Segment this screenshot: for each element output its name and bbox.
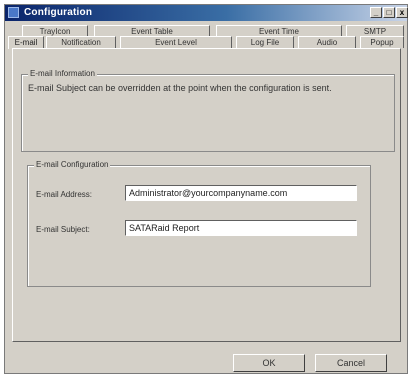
minimize-button[interactable]: _	[370, 7, 382, 18]
tab-event-level[interactable]: Event Level	[120, 36, 232, 48]
window-title: Configuration	[24, 7, 93, 18]
email-information-group: E-mail Information E-mail Subject can be…	[21, 69, 395, 152]
tab-notification[interactable]: Notification	[46, 36, 116, 48]
maximize-button[interactable]: □	[383, 7, 395, 18]
email-information-legend: E-mail Information	[28, 69, 97, 78]
tab-row-bottom: E-mail Notification Event Level Log File…	[8, 36, 404, 49]
configuration-window: Configuration _ □ x TrayIcon Event Table…	[4, 4, 408, 374]
email-address-field[interactable]: Administrator@yourcompanyname.com	[125, 185, 357, 201]
email-subject-field[interactable]: SATARaid Report	[125, 220, 357, 236]
tab-popup[interactable]: Popup	[360, 36, 404, 48]
email-tab-panel: E-mail Information E-mail Subject can be…	[12, 48, 401, 342]
cancel-button[interactable]: Cancel	[315, 354, 387, 372]
title-bar[interactable]: Configuration _ □ x	[5, 5, 408, 21]
ok-button[interactable]: OK	[233, 354, 305, 372]
email-address-label: E-mail Address:	[36, 190, 93, 199]
tab-audio[interactable]: Audio	[298, 36, 356, 48]
email-configuration-group: E-mail Configuration E-mail Address: Adm…	[27, 160, 371, 287]
close-button[interactable]: x	[396, 7, 408, 18]
email-subject-label: E-mail Subject:	[36, 225, 90, 234]
tab-log-file[interactable]: Log File	[236, 36, 294, 48]
email-configuration-legend: E-mail Configuration	[34, 160, 111, 169]
app-icon	[8, 7, 19, 18]
email-information-text: E-mail Subject can be overridden at the …	[28, 83, 332, 93]
